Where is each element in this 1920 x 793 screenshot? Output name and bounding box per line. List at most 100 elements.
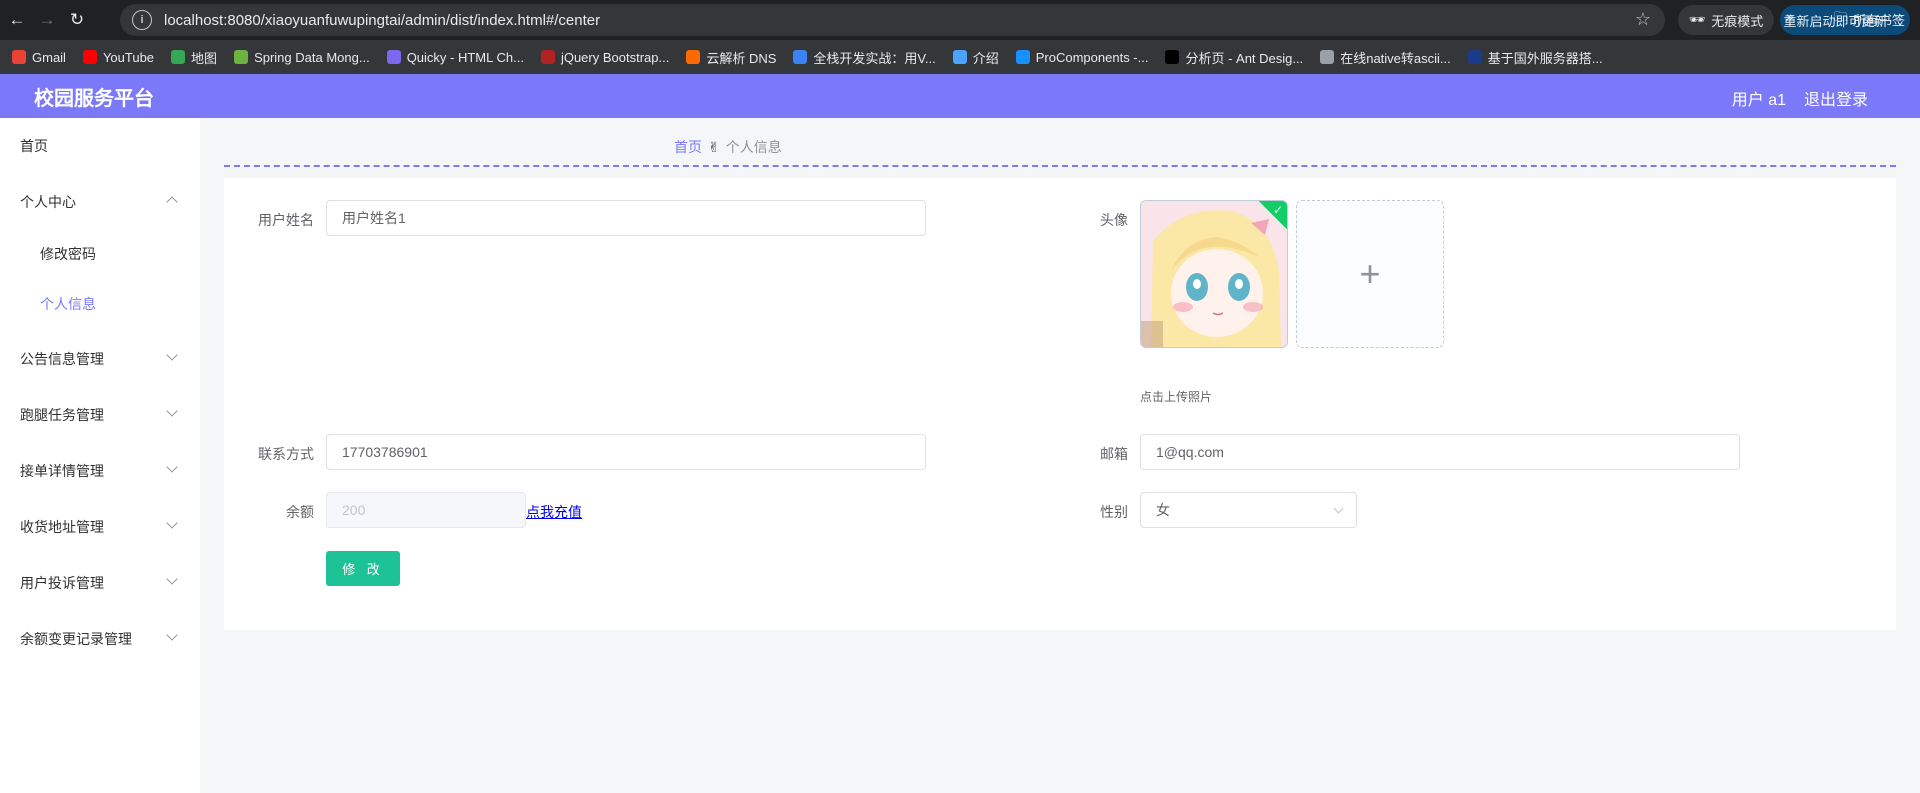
- incognito-indicator[interactable]: 🕶 无痕模式: [1678, 5, 1774, 35]
- bookmark-label: 分析页 - Ant Desig...: [1185, 50, 1304, 66]
- sidebar-item-label: 接单详情管理: [20, 463, 104, 479]
- sidebar-item-change-password[interactable]: 修改密码: [0, 234, 200, 274]
- maps-icon: [171, 50, 186, 64]
- bookmarks-more-icon[interactable]: »: [1786, 8, 1794, 24]
- aliyun-icon: [686, 50, 701, 64]
- sidebar-item-label: 跑腿任务管理: [20, 407, 104, 423]
- modify-button[interactable]: 修 改: [326, 551, 400, 586]
- bookmark-label: jQuery Bootstrap...: [560, 49, 670, 65]
- balance-label: 余额: [286, 504, 314, 520]
- bookmark-label: Quicky - HTML Ch...: [406, 49, 524, 65]
- chevron-down-icon: [166, 573, 178, 585]
- balance-input: 200: [326, 492, 526, 528]
- sidebar-item-home[interactable]: 首页: [0, 126, 200, 166]
- address-url[interactable]: localhost:8080/xiaoyuanfuwupingtai/admin…: [164, 12, 600, 29]
- site-info-icon[interactable]: i: [132, 10, 152, 30]
- sidebar-item-complaints[interactable]: 用户投诉管理: [0, 563, 200, 603]
- back-arrow-icon[interactable]: ←: [4, 7, 30, 33]
- pro-icon: [1165, 50, 1180, 64]
- quicky-icon: [386, 50, 401, 64]
- bookmark-label: ProComponents -...: [1035, 49, 1149, 65]
- sidebar-item-addresses[interactable]: 收货地址管理: [0, 507, 200, 547]
- bookmark-label: 云解析 DNS: [706, 50, 777, 66]
- phone-input[interactable]: 17703786901: [326, 434, 926, 470]
- sidebar-item-notices[interactable]: 公告信息管理: [0, 339, 200, 379]
- youtube-icon: [82, 50, 97, 64]
- chevron-down-icon: [166, 629, 178, 641]
- bookmark-item[interactable]: 基于国外服务器搭...: [1467, 48, 1603, 67]
- username-input[interactable]: 用户姓名1: [326, 200, 926, 236]
- flag-icon: [1467, 50, 1482, 64]
- browser-toolbar: ← → ↻ i localhost:8080/xiaoyuanfuwupingt…: [0, 0, 1920, 40]
- gmail-icon: [12, 50, 26, 64]
- sidebar-item-personal-info[interactable]: 个人信息: [0, 284, 200, 324]
- m-icon: [793, 50, 808, 64]
- bookmark-label: 地图: [191, 50, 218, 66]
- bookmark-item[interactable]: 全栈开发实战：用V...: [793, 48, 936, 67]
- forward-arrow-icon[interactable]: →: [34, 7, 60, 33]
- chevron-down-icon: [166, 349, 178, 361]
- bookmark-item[interactable]: 分析页 - Ant Desig...: [1165, 48, 1303, 67]
- world-icon: [1320, 50, 1335, 64]
- breadcrumb-current: 个人信息: [725, 139, 782, 155]
- bookmark-item[interactable]: jQuery Bootstrap...: [540, 49, 670, 65]
- bookmark-item[interactable]: 云解析 DNS: [686, 48, 776, 67]
- plus-icon: +: [1359, 253, 1381, 294]
- victory-hand-icon: ✌: [708, 138, 720, 155]
- procomponents-icon: [1015, 50, 1030, 64]
- address-bar[interactable]: i localhost:8080/xiaoyuanfuwupingtai/adm…: [120, 4, 1665, 36]
- bookmark-label: YouTube: [102, 49, 155, 65]
- bookmarks-bar: Gmail YouTube 地图 Spring Data Mong... Quicky …: [0, 40, 1920, 74]
- email-label: 邮箱: [1100, 446, 1128, 462]
- reload-icon[interactable]: ↻: [64, 7, 90, 33]
- chevron-up-icon: [166, 196, 178, 208]
- upload-tip: 点击上传照片: [1140, 390, 1213, 404]
- all-bookmarks-label: 所有书签: [1853, 12, 1906, 28]
- current-user-label: 用户 a1: [1731, 92, 1786, 109]
- jquery-icon: [540, 50, 555, 64]
- sidebar: 首页 个人中心 修改密码 个人信息 公告信息管理 跑腿任务管理 接单详情管理 收…: [0, 118, 200, 793]
- all-bookmarks-button[interactable]: 🗀 所有书签: [1834, 8, 1905, 30]
- logout-button[interactable]: 退出登录: [1804, 86, 1868, 110]
- breadcrumb-divider: [224, 165, 1896, 167]
- breadcrumb-home-link[interactable]: 首页: [674, 137, 702, 157]
- bookmark-item[interactable]: ProComponents -...: [1015, 49, 1149, 65]
- sidebar-item-personal-center[interactable]: 个人中心: [0, 182, 200, 222]
- bookmark-label: 全栈开发实战：用V...: [813, 50, 936, 66]
- bookmark-label: Gmail: [32, 49, 66, 65]
- email-input[interactable]: 1@qq.com: [1140, 434, 1740, 470]
- gender-select[interactable]: 女: [1140, 492, 1357, 528]
- gender-selected-value: 女: [1156, 502, 1170, 518]
- bookmark-item[interactable]: 介绍: [952, 48, 999, 67]
- upload-photo-button[interactable]: +: [1296, 200, 1444, 348]
- app-title: 校园服务平台: [34, 87, 154, 110]
- chevron-down-icon: [166, 405, 178, 417]
- globe-icon: [952, 50, 967, 64]
- avatar-image[interactable]: ✓: [1140, 200, 1288, 348]
- bookmark-item[interactable]: Gmail: [12, 50, 66, 65]
- recharge-link[interactable]: 点我充值: [526, 502, 582, 522]
- bookmark-item[interactable]: Spring Data Mong...: [234, 50, 370, 65]
- bookmark-label: Spring Data Mong...: [254, 49, 370, 65]
- sidebar-item-errand-tasks[interactable]: 跑腿任务管理: [0, 395, 200, 435]
- bookmark-item[interactable]: YouTube: [82, 49, 155, 65]
- sidebar-item-order-details[interactable]: 接单详情管理: [0, 451, 200, 491]
- chevron-down-icon: [166, 461, 178, 473]
- bookmark-item[interactable]: Quicky - HTML Ch...: [386, 49, 524, 65]
- incognito-icon: 🕶: [1688, 12, 1706, 27]
- profile-form-panel: [224, 178, 1896, 630]
- sidebar-item-balance-records[interactable]: 余额变更记录管理: [0, 619, 200, 659]
- incognito-label: 无痕模式: [1711, 13, 1764, 29]
- bookmark-item[interactable]: 地图: [171, 48, 217, 67]
- sidebar-item-label: 公告信息管理: [20, 351, 104, 367]
- folder-icon: 🗀: [1834, 9, 1848, 24]
- breadcrumb: 首页 ✌ 个人信息: [674, 137, 782, 157]
- sidebar-item-label: 修改密码: [40, 246, 96, 262]
- bookmark-label: 介绍: [972, 50, 999, 66]
- bookmark-item[interactable]: 在线native转ascii...: [1320, 48, 1451, 67]
- app-header: 校园服务平台 用户 a1 退出登录: [0, 74, 1920, 118]
- gender-label: 性别: [1100, 504, 1128, 520]
- sidebar-item-label: 收货地址管理: [20, 519, 104, 535]
- chevron-down-icon: [166, 517, 178, 529]
- bookmark-star-icon[interactable]: ☆: [1635, 9, 1651, 30]
